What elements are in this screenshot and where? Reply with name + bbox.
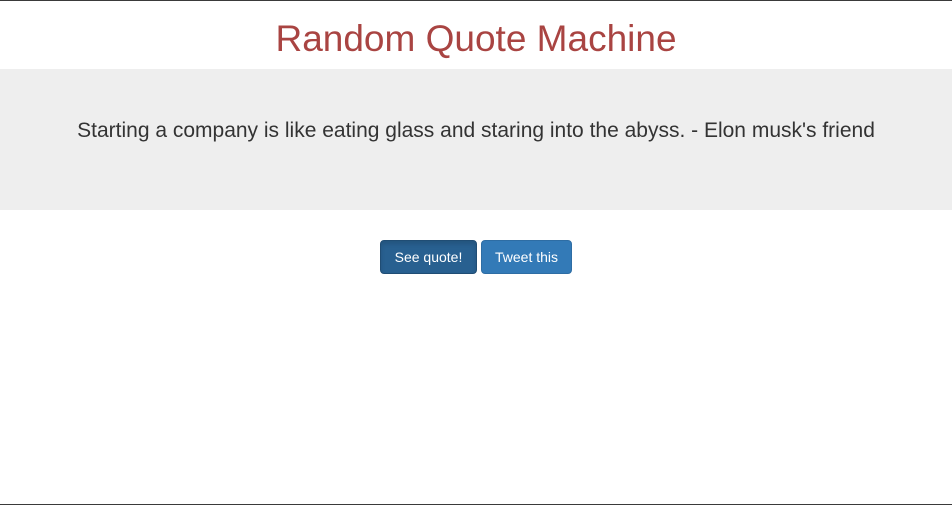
tweet-button[interactable]: Tweet this [481, 240, 572, 274]
quote-panel: Starting a company is like eating glass … [0, 69, 952, 210]
page-title: Random Quote Machine [275, 18, 677, 59]
action-buttons: See quote! Tweet this [0, 240, 952, 274]
see-quote-button[interactable]: See quote! [380, 240, 477, 274]
quote-text: Starting a company is like eating glass … [77, 119, 875, 142]
